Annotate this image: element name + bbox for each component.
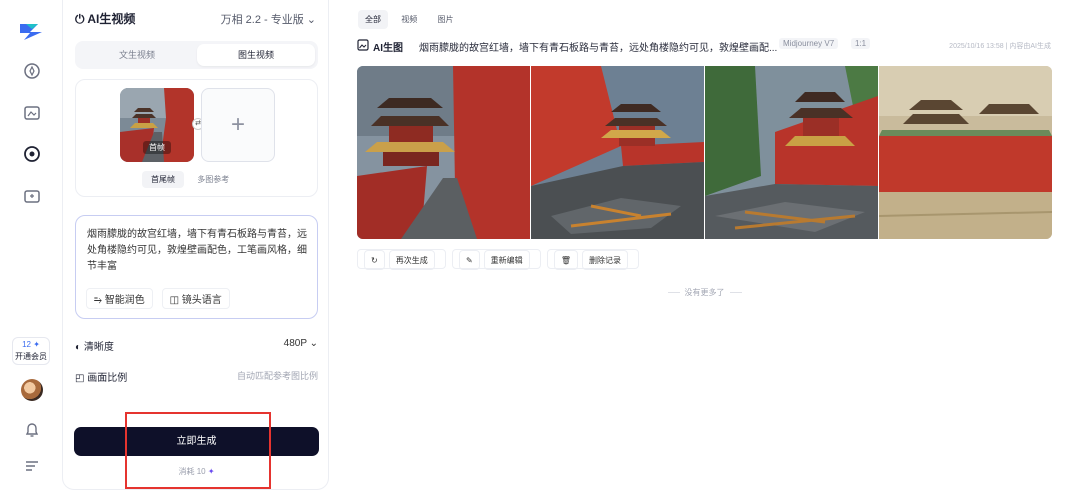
- no-more-text: 没有更多了: [684, 288, 725, 297]
- assets-icon[interactable]: [22, 186, 42, 206]
- record-description: 烟雨朦胧的故宫红墙，墙下有青石板路与青苔，远处角楼隐约可见，敦煌壁画配...: [419, 43, 778, 54]
- mode-switch: 文生视频 图生视频: [75, 41, 318, 69]
- result-image-3[interactable]: [705, 66, 878, 239]
- panel-title: ⏻ AI生视频: [75, 12, 136, 26]
- video-icon[interactable]: [22, 144, 42, 164]
- first-frame-label: 首帧: [143, 141, 171, 154]
- ratio-icon: ◰: [75, 373, 88, 384]
- record-actions: ↻ 再次生成 ✎ 重新编辑 🗑 删除记录: [357, 249, 643, 270]
- tab-text-to-video[interactable]: 文生视频: [78, 44, 196, 66]
- reference-upload-area: 首帧 ⇄ + 首尾帧 多图参考: [75, 79, 318, 197]
- power-icon: ⏻: [75, 12, 88, 26]
- re-edit-button[interactable]: ✎ 重新编辑: [451, 249, 541, 270]
- delete-record-button[interactable]: 🗑 删除记录: [546, 249, 640, 270]
- model-tag: Midjourney V7: [779, 38, 839, 49]
- trash-icon: 🗑: [553, 250, 579, 270]
- result-image-2[interactable]: [531, 66, 704, 239]
- camera-icon: ◫: [169, 295, 182, 306]
- record-meta: 2025/10/16 13:58 | 内容由AI生成: [949, 43, 1051, 50]
- logo-icon[interactable]: [18, 18, 44, 44]
- clarity-icon: ◐: [75, 342, 84, 353]
- member-count: 12: [22, 340, 31, 349]
- no-more-indicator: 没有更多了: [357, 287, 1052, 298]
- tab-image-to-video[interactable]: 图生视频: [197, 44, 315, 66]
- clarity-value: 480P: [283, 338, 307, 349]
- tab-multi-reference[interactable]: 多图参考: [188, 171, 238, 188]
- menu-icon[interactable]: [22, 456, 42, 476]
- record-kind: AI生图: [373, 43, 403, 54]
- filter-tabs: 全部 视频 图片: [358, 10, 464, 29]
- result-gallery: [357, 66, 1052, 239]
- result-image-4[interactable]: [879, 66, 1052, 239]
- add-last-frame-button[interactable]: +: [201, 88, 275, 162]
- record-header: AI生图 烟雨朦胧的故宫红墙，墙下有青石板路与青苔，远处角楼隐约可见，敦煌壁画配…: [357, 38, 1051, 54]
- panel-header: ⏻ AI生视频 万相 2.2 - 专业版 ⌄: [75, 8, 316, 28]
- upload-mode-tabs: 首尾帧 多图参考: [142, 171, 240, 188]
- edit-icon: ✎: [458, 250, 480, 270]
- prompt-input[interactable]: 烟雨朦胧的故宫红墙，墙下有青石板路与青苔，远处角楼隐约可见，敦煌壁画配色，工笔画…: [75, 215, 318, 319]
- result-image-1[interactable]: [357, 66, 530, 239]
- aspect-ratio-label: 画面比例: [87, 373, 128, 384]
- polish-icon: ⥱: [94, 295, 105, 306]
- clarity-label: 清晰度: [83, 342, 114, 353]
- tab-image[interactable]: 图片: [430, 10, 460, 29]
- camera-language-button[interactable]: ◫ 镜头语言: [161, 288, 230, 309]
- aspect-ratio-value: 自动匹配参考图比例: [236, 371, 318, 381]
- membership-badge[interactable]: 12 ✦ 开通会员: [12, 337, 50, 365]
- prompt-text[interactable]: 烟雨朦胧的故宫红墙，墙下有青石板路与青苔，远处角楼隐约可见，敦煌壁画配色，工笔画…: [87, 227, 309, 275]
- sparkle-icon: ✦: [30, 340, 40, 349]
- tab-video[interactable]: 视频: [394, 10, 424, 29]
- highlight-box: [125, 412, 271, 489]
- image-icon: [357, 39, 369, 51]
- member-label: 开通会员: [15, 352, 47, 361]
- chevron-down-icon: ⌄: [306, 338, 318, 349]
- model-select-value: 万相 2.2 - 专业版: [220, 14, 304, 26]
- bell-icon[interactable]: [22, 420, 42, 440]
- smart-polish-button[interactable]: ⥱ 智能润色: [86, 288, 153, 309]
- tab-first-last-frame[interactable]: 首尾帧: [142, 171, 184, 188]
- inspiration-icon[interactable]: [22, 61, 42, 81]
- aspect-ratio-row[interactable]: ◰ 画面比例 自动匹配参考图比例: [75, 367, 318, 385]
- avatar[interactable]: [21, 379, 43, 401]
- plus-icon: +: [230, 111, 245, 138]
- create-icon[interactable]: [22, 103, 42, 123]
- prompt-tools: ⥱ 智能润色 ◫ 镜头语言: [86, 288, 236, 309]
- left-rail: 12 ✦ 开通会员: [0, 0, 62, 495]
- tab-all[interactable]: 全部: [358, 10, 388, 29]
- regenerate-button[interactable]: ↻ 再次生成: [357, 249, 446, 270]
- ratio-tag: 1:1: [851, 38, 871, 49]
- refresh-icon: ↻: [364, 250, 385, 270]
- clarity-row[interactable]: ◐ 清晰度 480P ⌄: [75, 336, 318, 354]
- chevron-down-icon: ⌄: [303, 14, 316, 26]
- model-select[interactable]: 万相 2.2 - 专业版 ⌄: [221, 11, 316, 27]
- first-frame-thumbnail[interactable]: 首帧: [120, 88, 194, 162]
